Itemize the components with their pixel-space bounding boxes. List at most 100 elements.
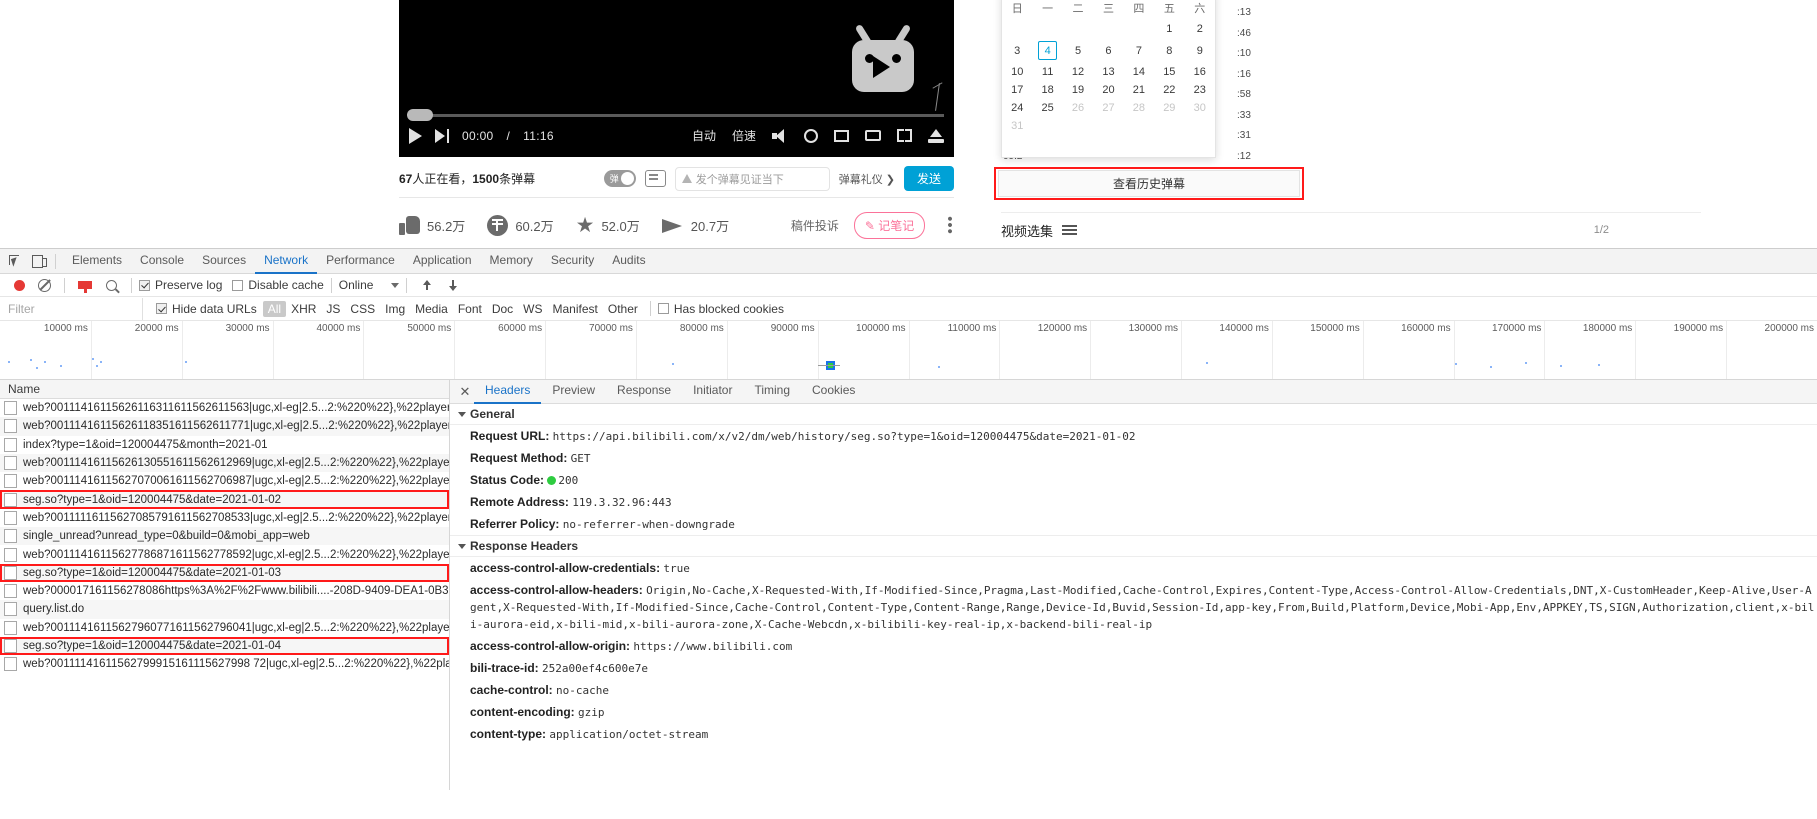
gear-icon[interactable]: [804, 128, 818, 143]
detail-tab-response[interactable]: Response: [606, 379, 682, 402]
devtools-tab-application[interactable]: Application: [404, 248, 481, 272]
calendar-day[interactable]: 31: [1002, 117, 1032, 135]
progress-bar[interactable]: [409, 114, 944, 117]
resource-type-filter-other[interactable]: Other: [603, 302, 643, 316]
calendar-day[interactable]: 27: [1093, 99, 1123, 117]
detail-tab-initiator[interactable]: Initiator: [682, 379, 743, 402]
import-har-icon[interactable]: [421, 279, 433, 292]
resource-type-filter-manifest[interactable]: Manifest: [548, 302, 603, 316]
view-history-danmaku-button[interactable]: 查看历史弹幕: [998, 170, 1300, 197]
favorite-action[interactable]: ★ 52.0万: [576, 215, 640, 236]
request-row[interactable]: web?00111416115626116311611562611563|ugc…: [0, 399, 449, 417]
calendar-day[interactable]: 14: [1124, 63, 1154, 81]
hide-data-urls-toggle[interactable]: Hide data URLs: [156, 302, 257, 316]
request-row[interactable]: web?00111141611562799915161115627998 72|…: [0, 655, 449, 673]
webfull-icon[interactable]: [928, 128, 944, 143]
request-row[interactable]: web?00111416115627960771611562796041|ugc…: [0, 619, 449, 637]
devtools-tab-elements[interactable]: Elements: [63, 248, 131, 272]
calendar-day[interactable]: 28: [1124, 99, 1154, 117]
calendar-day[interactable]: 22: [1154, 81, 1184, 99]
disable-cache-toggle[interactable]: Disable cache: [232, 278, 324, 292]
fullscreen-icon[interactable]: [897, 129, 912, 142]
request-row[interactable]: web?00111116115627085791611562708533|ugc…: [0, 509, 449, 527]
calendar-day[interactable]: 30: [1185, 99, 1215, 117]
calendar-day[interactable]: 16: [1185, 63, 1215, 81]
detail-tab-headers[interactable]: Headers: [474, 379, 542, 404]
video-player[interactable]: 00:00 / 11:16 自动 倍速: [399, 0, 954, 157]
calendar-day[interactable]: 4: [1032, 38, 1062, 63]
calendar-day[interactable]: 11: [1032, 63, 1062, 81]
resource-type-filter-img[interactable]: Img: [380, 302, 410, 316]
response-headers-section-header[interactable]: Response Headers: [450, 535, 1817, 557]
request-row[interactable]: seg.so?type=1&oid=120004475&date=2021-01…: [0, 490, 449, 509]
resource-type-filter-js[interactable]: JS: [321, 302, 345, 316]
calendar-day[interactable]: 17: [1002, 81, 1032, 99]
detail-tab-cookies[interactable]: Cookies: [801, 379, 866, 402]
has-blocked-cookies-checkbox[interactable]: [657, 303, 669, 314]
device-toolbar-button[interactable]: [26, 252, 48, 271]
play-icon[interactable]: [409, 128, 422, 144]
devtools-tab-console[interactable]: Console: [131, 248, 193, 272]
calendar-day[interactable]: 29: [1154, 99, 1184, 117]
search-icon[interactable]: [105, 279, 117, 291]
resource-type-filter-xhr[interactable]: XHR: [286, 302, 321, 316]
calendar-day[interactable]: 10: [1002, 63, 1032, 81]
pip-icon[interactable]: [865, 130, 881, 141]
calendar-selected-day[interactable]: 4: [1038, 41, 1058, 60]
request-row[interactable]: seg.so?type=1&oid=120004475&date=2021-01…: [0, 563, 449, 582]
request-list[interactable]: Name web?0011141611562611631161156261156…: [0, 380, 450, 790]
calendar-day[interactable]: 25: [1032, 99, 1062, 117]
calendar-day[interactable]: 5: [1063, 38, 1093, 63]
widescreen-icon[interactable]: [834, 129, 849, 142]
filter-input[interactable]: Filter: [0, 297, 143, 320]
request-row[interactable]: web?00111416115626118351611562611771|ugc…: [0, 417, 449, 436]
clear-icon[interactable]: [37, 278, 51, 292]
danmaku-etiquette-link[interactable]: 弹幕礼仪 ❯: [839, 171, 895, 187]
request-row[interactable]: index?type=1&oid=120004475&month=2021-01: [0, 436, 449, 454]
next-icon[interactable]: [435, 128, 449, 144]
close-icon[interactable]: ✕: [456, 384, 474, 400]
resource-type-filter-all[interactable]: All: [262, 300, 287, 317]
devtools-tab-security[interactable]: Security: [542, 248, 603, 272]
request-row[interactable]: web?000017161156278086https%3A%2F%2Fwww.…: [0, 582, 449, 600]
calendar-day[interactable]: 8: [1154, 38, 1184, 63]
devtools-tab-memory[interactable]: Memory: [481, 248, 542, 272]
record-button[interactable]: [13, 279, 25, 291]
export-har-icon[interactable]: [447, 279, 459, 292]
calendar-day[interactable]: 21: [1124, 81, 1154, 99]
calendar-day[interactable]: 2: [1185, 20, 1215, 38]
calendar-day[interactable]: 19: [1063, 81, 1093, 99]
resource-type-filter-css[interactable]: CSS: [345, 302, 380, 316]
request-row[interactable]: seg.so?type=1&oid=120004475&date=2021-01…: [0, 636, 449, 656]
danmaku-history-calendar[interactable]: 日一二三四五六 1 2 3 4 5 6 7 8 9 10 11 12 13 14 15 16 17 18 19 20 2…: [1001, 0, 1216, 158]
detail-tab-preview[interactable]: Preview: [541, 379, 606, 402]
request-row[interactable]: single_unread?unread_type=0&build=0&mobi…: [0, 527, 449, 546]
more-options-icon[interactable]: •••: [941, 216, 958, 235]
devtools-tab-audits[interactable]: Audits: [603, 248, 654, 272]
calendar-day[interactable]: 23: [1185, 81, 1215, 99]
preserve-log-toggle[interactable]: Preserve log: [139, 278, 222, 292]
filter-icon[interactable]: [78, 281, 92, 293]
resource-type-filter-media[interactable]: Media: [410, 302, 453, 316]
preserve-log-checkbox[interactable]: [139, 279, 150, 291]
disable-cache-checkbox[interactable]: [232, 279, 244, 291]
share-action[interactable]: 20.7万: [661, 216, 729, 235]
quality-label[interactable]: 自动: [692, 127, 716, 144]
devtools-tab-network[interactable]: Network: [255, 248, 318, 274]
calendar-day[interactable]: 9: [1185, 38, 1215, 63]
devtools-tab-sources[interactable]: Sources: [193, 248, 255, 272]
send-button[interactable]: 发送: [904, 166, 954, 191]
request-row[interactable]: web?00111416115626130551611562612969|ugc…: [0, 453, 449, 473]
like-action[interactable]: 56.2万: [399, 215, 465, 235]
note-button[interactable]: ✎ 记笔记: [853, 211, 926, 239]
request-row[interactable]: web?00111416115627070061611562706987|ugc…: [0, 472, 449, 490]
request-row[interactable]: query.list.do: [0, 600, 449, 619]
inspect-element-button[interactable]: [4, 252, 26, 271]
calendar-day[interactable]: 12: [1063, 63, 1093, 81]
calendar-day[interactable]: 18: [1032, 81, 1062, 99]
hide-data-urls-checkbox[interactable]: [156, 303, 167, 314]
report-link[interactable]: 稿件投诉: [791, 217, 839, 234]
resource-type-filter-doc[interactable]: Doc: [487, 302, 518, 316]
calendar-day[interactable]: 15: [1154, 63, 1184, 81]
calendar-day[interactable]: 1: [1154, 20, 1184, 38]
